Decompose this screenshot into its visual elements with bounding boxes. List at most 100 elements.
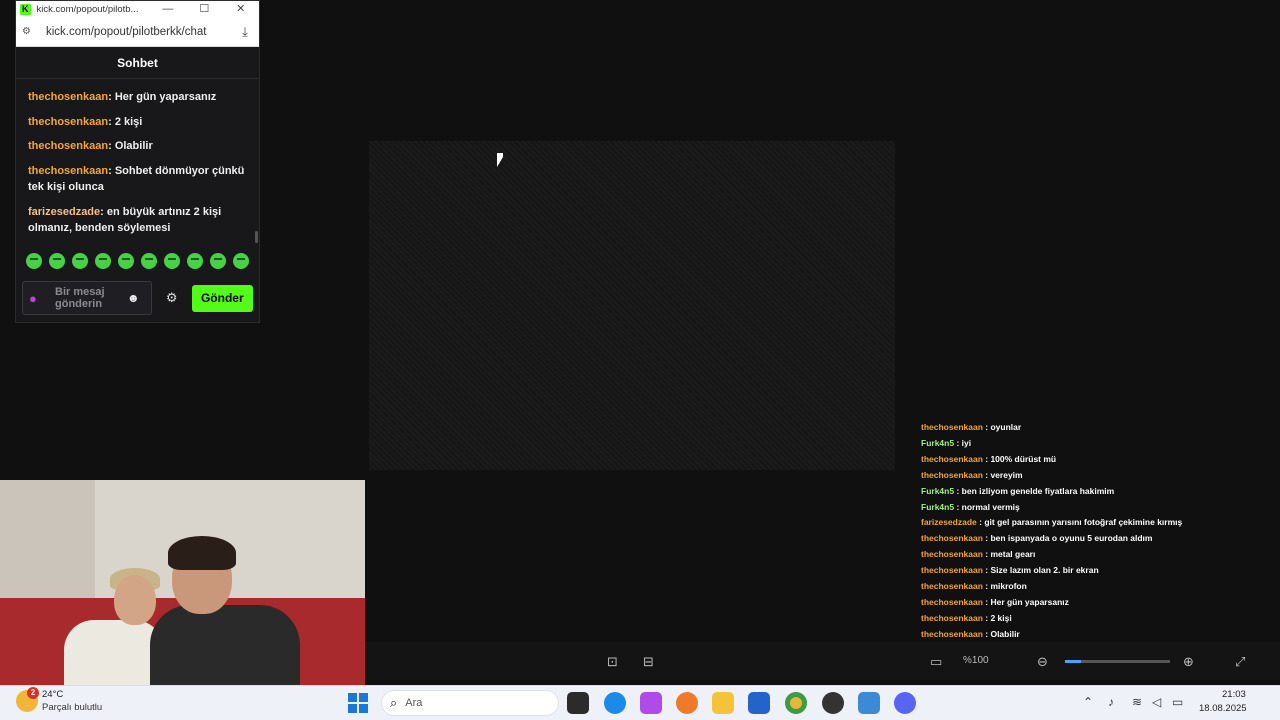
overlay-chat-username: thechosenkaan <box>921 581 983 592</box>
app-icon-orange[interactable] <box>676 692 698 714</box>
webcam-feed <box>0 480 365 685</box>
chat-message-input[interactable]: ● Bir mesaj gönderin ☻ <box>22 281 152 315</box>
chat-username[interactable]: farizesedzade <box>28 206 100 218</box>
overlay-chat-message: thechosenkaan : Olabilir <box>921 627 1221 643</box>
window-titlebar[interactable]: K kick.com/popout/pilotb... — ☐ ✕ <box>16 1 259 17</box>
overlay-chat-message: Furk4n5 : ben izliyom genelde fiyatlara … <box>921 484 1221 500</box>
tray-wifi-icon[interactable]: ≋ <box>1132 695 1142 709</box>
overlay-chat-username: Furk4n5 <box>921 501 955 512</box>
chat-username[interactable]: thechosenkaan <box>28 91 108 103</box>
stream-video-area[interactable] <box>369 141 895 470</box>
overlay-chat-username: thechosenkaan <box>921 549 983 560</box>
overlay-chat-message: thechosenkaan : 100% dürüst mü <box>921 452 1221 468</box>
overlay-chat-username: thechosenkaan <box>921 533 983 544</box>
clock-date[interactable]: 18.08.2025 <box>1199 703 1247 714</box>
app-icon-blue[interactable] <box>858 692 880 714</box>
chat-input-placeholder[interactable]: Bir mesaj gönderin <box>55 286 123 310</box>
overlay-chat-message: thechosenkaan : mikrofon <box>921 579 1221 595</box>
tray-microphone-icon[interactable]: ♪ <box>1108 695 1114 709</box>
app-icon-dark[interactable] <box>822 692 844 714</box>
overlay-chat-message: thechosenkaan : metal gearı <box>921 547 1221 563</box>
zoom-level: %100 <box>963 655 989 666</box>
overlay-chat-text: : ben izliyom genelde fiyatlara hakimim <box>956 485 1115 496</box>
zoom-slider[interactable] <box>1065 660 1170 663</box>
weather-badge: 2 <box>27 687 39 699</box>
windows-start-icon[interactable] <box>348 693 368 713</box>
chat-text: Her gün yaparsanız <box>111 91 217 103</box>
emote-icon[interactable] <box>26 253 42 269</box>
emote-icon[interactable] <box>233 253 249 269</box>
chrome-icon[interactable] <box>785 692 807 714</box>
send-button[interactable]: Gönder <box>191 284 253 312</box>
discord-icon[interactable] <box>894 692 916 714</box>
tray-battery-icon[interactable]: ▭ <box>1172 695 1183 709</box>
overlay-chat-text: : metal gearı <box>985 549 1036 560</box>
overlay-chat-username: Furk4n5 <box>921 437 955 448</box>
maximize-button[interactable]: ☐ <box>186 2 222 16</box>
screenshot-icon[interactable]: ⊡ <box>607 654 618 670</box>
task-view-icon[interactable] <box>567 692 589 714</box>
overlay-chat-username: thechosenkaan <box>921 596 983 607</box>
screen: K kick.com/popout/pilotb... — ☐ ✕ ⚙ kick… <box>0 0 1280 720</box>
text-select-icon[interactable]: ⊟ <box>643 654 654 670</box>
clock-time[interactable]: 21:03 <box>1222 689 1246 700</box>
viewer-toolbar: ⊡ ⊟ ▭ %100 ⊖ ⊕ ⤢ <box>365 642 1280 680</box>
fullscreen-icon[interactable]: ⤢ <box>1235 654 1245 670</box>
emote-icon[interactable] <box>72 253 88 269</box>
copilot-icon[interactable] <box>640 692 662 714</box>
emoji-picker-icon[interactable]: ☻ <box>127 291 140 305</box>
overlay-chat-message: thechosenkaan : Size lazım olan 2. bir e… <box>921 563 1221 579</box>
chat-text: Olabilir <box>111 140 153 152</box>
taskbar: 2 24°C Parçalı bulutlu ⌕ Ara ⌃ ♪ ≋ ◁ ▭ 2… <box>0 685 1280 720</box>
weather-condition[interactable]: Parçalı bulutlu <box>42 702 102 713</box>
chat-message-list: thechosenkaan: Her gün yaparsanız thecho… <box>16 79 259 247</box>
overlay-chat-text: : oyunlar <box>985 422 1022 432</box>
emote-icon[interactable] <box>210 253 226 269</box>
fit-screen-icon[interactable]: ▭ <box>930 654 942 670</box>
file-explorer-icon[interactable] <box>712 692 734 714</box>
chat-scrollbar[interactable] <box>255 231 258 243</box>
chat-title: Sohbet <box>16 47 259 79</box>
overlay-chat-username: thechosenkaan <box>921 565 983 576</box>
chat-message: thechosenkaan: Olabilir <box>28 140 153 152</box>
emote-icon[interactable] <box>49 253 65 269</box>
emote-icon[interactable] <box>187 253 203 269</box>
overlay-chat-text: : Size lazım olan 2. bir ekran <box>985 565 1099 576</box>
address-bar[interactable]: ⚙ kick.com/popout/pilotberkk/chat ⤓ <box>16 17 259 47</box>
url-text[interactable]: kick.com/popout/pilotberkk/chat <box>46 26 237 38</box>
edge-icon[interactable] <box>604 692 626 714</box>
mouse-cursor-icon <box>497 153 503 167</box>
kick-logo-icon: K <box>20 3 31 15</box>
taskbar-search[interactable]: ⌕ Ara <box>381 690 559 716</box>
overlay-chat-text: : iyi <box>956 437 972 448</box>
emote-icon[interactable] <box>164 253 180 269</box>
overlay-chat-username: thechosenkaan <box>921 628 983 639</box>
overlay-chat-message: Furk4n5 : iyi <box>921 436 1221 452</box>
emote-icon[interactable] <box>95 253 111 269</box>
chat-username[interactable]: thechosenkaan <box>28 140 108 152</box>
store-icon[interactable] <box>748 692 770 714</box>
webcam-person-right <box>150 605 300 685</box>
overlay-chat-text: : 100% dürüst mü <box>985 453 1057 464</box>
weather-temperature[interactable]: 24°C <box>42 689 63 700</box>
site-info-icon[interactable]: ⚙ <box>22 26 36 37</box>
download-icon[interactable]: ⤓ <box>237 24 253 40</box>
minimize-button[interactable]: — <box>150 2 186 16</box>
microphone-icon[interactable]: ● <box>29 291 43 306</box>
tray-chevron-up-icon[interactable]: ⌃ <box>1083 695 1093 709</box>
zoom-in-icon[interactable]: ⊕ <box>1183 654 1194 670</box>
emote-icon[interactable] <box>118 253 134 269</box>
tray-volume-icon[interactable]: ◁ <box>1152 695 1161 709</box>
chat-settings-gear-icon[interactable]: ⚙ <box>166 290 186 306</box>
emote-icon[interactable] <box>141 253 157 269</box>
chat-username[interactable]: thechosenkaan <box>28 165 108 177</box>
zoom-out-icon[interactable]: ⊖ <box>1037 654 1048 670</box>
chat-username[interactable]: thechosenkaan <box>28 116 108 128</box>
close-button[interactable]: ✕ <box>223 2 259 16</box>
overlay-chat-username: thechosenkaan <box>921 453 983 464</box>
overlay-chat-username: thechosenkaan <box>921 612 983 623</box>
chat-message: farizesedzade: en büyük artınız 2 kişi o… <box>28 205 222 235</box>
overlay-chat-text: : vereyim <box>985 469 1023 480</box>
overlay-chat-username: thechosenkaan <box>921 469 983 480</box>
overlay-chat-message: thechosenkaan : oyunlar <box>921 420 1221 436</box>
